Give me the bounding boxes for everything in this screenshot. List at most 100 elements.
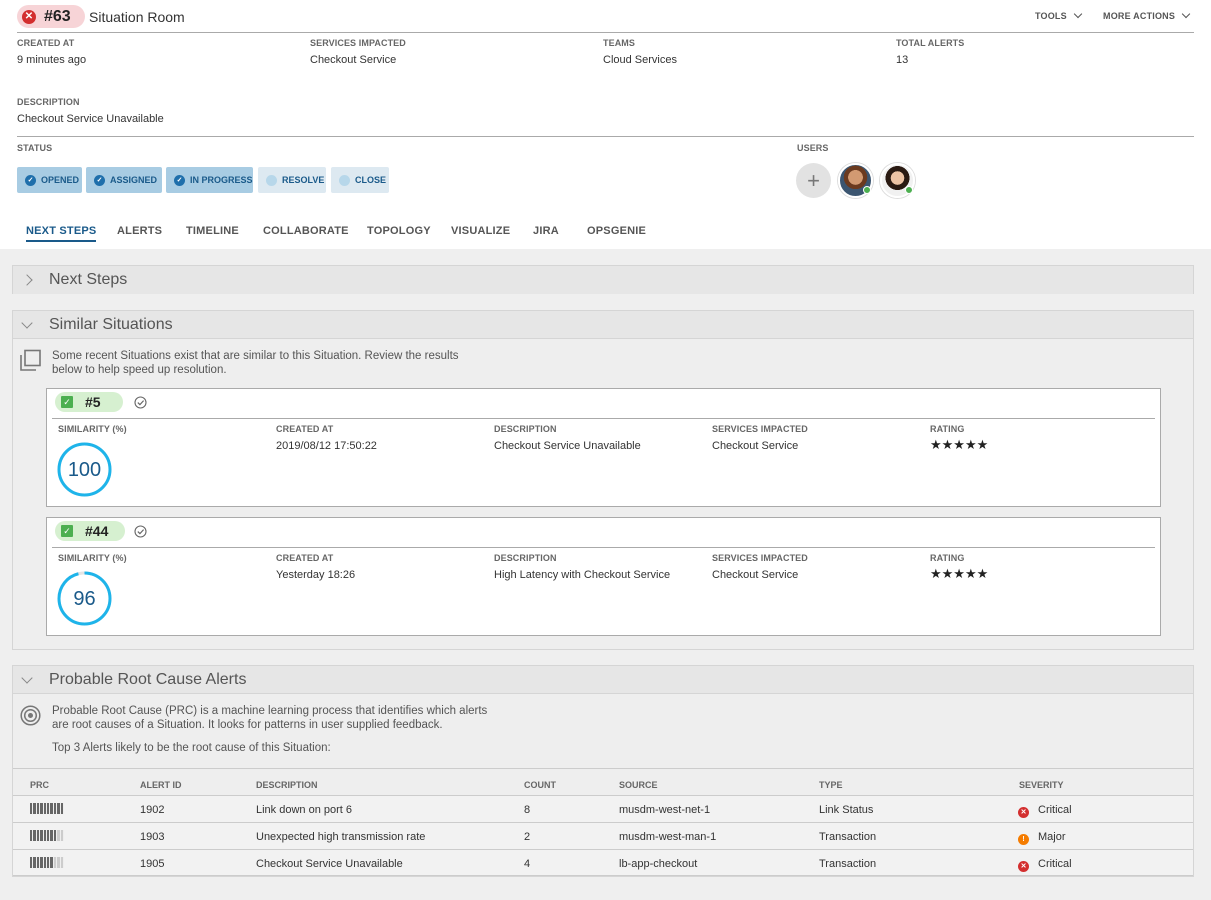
prc-intro-text: Probable Root Cause (PRC) is a machine l… <box>52 705 488 731</box>
situation-id-badge: ✓ #44 <box>55 521 125 541</box>
copy-icon <box>20 349 41 371</box>
tools-label: TOOLS <box>1035 11 1067 21</box>
rating-label: RATING <box>930 553 965 563</box>
tab-visualize[interactable]: VISUALIZE <box>451 225 510 237</box>
situation-id-badge: ✓ #5 <box>55 392 123 412</box>
severity-cell: ✕ Critical <box>1018 858 1072 872</box>
severity-label: Major <box>1038 831 1066 843</box>
chevron-down-icon <box>1181 9 1191 19</box>
similarity-ring: 100 <box>57 442 112 497</box>
alert-id-cell: 1905 <box>140 858 165 870</box>
circle-icon <box>266 174 277 186</box>
check-circle-outline-icon[interactable] <box>134 525 147 538</box>
similar-situation-card[interactable]: ✓ #44 SIMILARITY (%) 96 CREATED AT Yeste… <box>46 517 1161 636</box>
description-cell: Link down on port 6 <box>256 804 353 816</box>
similarity-value: 100 <box>68 459 101 481</box>
situation-id: #63 <box>44 7 71 25</box>
status-resolve-button[interactable]: RESOLVE <box>258 167 326 193</box>
similar-situations-header[interactable]: Similar Situations <box>13 311 1193 339</box>
check-circle-outline-icon[interactable] <box>134 396 147 409</box>
panel-title: Similar Situations <box>49 315 173 333</box>
source-cell: lb-app-checkout <box>619 858 698 870</box>
created-at-value: 9 minutes ago <box>17 54 87 66</box>
source-cell: musdm-west-man-1 <box>619 831 717 843</box>
status-in-progress-button[interactable]: ✓ IN PROGRESS <box>166 167 253 193</box>
description-cell: Checkout Service Unavailable <box>256 858 403 870</box>
table-row[interactable]: 1905 Checkout Service Unavailable 4 lb-a… <box>13 849 1193 876</box>
probable-root-cause-header[interactable]: Probable Root Cause Alerts <box>13 666 1193 694</box>
tab-alerts[interactable]: ALERTS <box>117 225 162 237</box>
column-header-source[interactable]: SOURCE <box>619 780 658 790</box>
avatar[interactable] <box>880 163 915 198</box>
status-close-button[interactable]: CLOSE <box>331 167 389 193</box>
panel-title: Next Steps <box>49 271 128 288</box>
description-label: DESCRIPTION <box>494 553 557 563</box>
situation-id: #5 <box>85 394 101 410</box>
status-opened-button[interactable]: ✓ OPENED <box>17 167 82 193</box>
total-alerts-label: TOTAL ALERTS <box>896 38 965 48</box>
chevron-down-icon <box>1073 9 1083 19</box>
similar-situation-card[interactable]: ✓ #5 SIMILARITY (%) 100 CREATED AT 2019/… <box>46 388 1161 507</box>
panel-title: Probable Root Cause Alerts <box>49 670 247 688</box>
created-at-label: CREATED AT <box>276 553 334 563</box>
table-row[interactable]: 1902 Link down on port 6 8 musdm-west-ne… <box>13 795 1193 822</box>
critical-icon: ✕ <box>22 9 36 24</box>
next-steps-panel: Next Steps <box>12 265 1194 294</box>
prc-bar-segment <box>60 857 65 868</box>
tab-timeline[interactable]: TIMELINE <box>186 225 239 237</box>
checkbox-checked-icon: ✓ <box>61 525 73 537</box>
description-value: Checkout Service Unavailable <box>17 113 164 125</box>
more-actions-menu[interactable]: MORE ACTIONS <box>1103 9 1191 21</box>
tab-next-steps[interactable]: NEXT STEPS <box>26 225 97 242</box>
column-header-prc[interactable]: PRC <box>30 780 49 790</box>
situation-id: #44 <box>85 523 109 539</box>
online-status-icon <box>863 186 871 194</box>
description-cell: Unexpected high transmission rate <box>256 831 426 843</box>
column-header-type[interactable]: TYPE <box>819 780 843 790</box>
table-row[interactable]: 1903 Unexpected high transmission rate 2… <box>13 822 1193 849</box>
next-steps-header[interactable]: Next Steps <box>13 266 1193 294</box>
description-value: High Latency with Checkout Service <box>494 569 671 581</box>
similarity-value: 96 <box>73 588 95 610</box>
tab-topology[interactable]: TOPOLOGY <box>367 225 431 237</box>
type-cell: Transaction <box>819 831 877 843</box>
more-actions-label: MORE ACTIONS <box>1103 11 1176 21</box>
status-assigned-button[interactable]: ✓ ASSIGNED <box>86 167 162 193</box>
add-user-button[interactable]: + <box>796 163 831 198</box>
description-label: DESCRIPTION <box>17 97 80 107</box>
status-button-label: ASSIGNED <box>110 175 158 185</box>
prc-score-bar <box>30 830 65 841</box>
critical-icon: ✕ <box>1018 861 1029 872</box>
target-icon <box>20 705 41 726</box>
severity-label: Critical <box>1038 804 1072 816</box>
tab-opsgenie[interactable]: OPSGENIE <box>587 225 646 237</box>
check-circle-icon: ✓ <box>174 174 185 186</box>
tools-menu[interactable]: TOOLS <box>1035 9 1083 21</box>
severity-cell: ! Major <box>1018 831 1066 845</box>
avatar[interactable] <box>838 163 873 198</box>
prc-score-bar <box>30 857 65 868</box>
type-cell: Transaction <box>819 858 877 870</box>
tab-collaborate[interactable]: COLLABORATE <box>263 225 349 237</box>
created-at-label: CREATED AT <box>276 424 334 434</box>
column-header-description[interactable]: DESCRIPTION <box>256 780 318 790</box>
status-button-label: CLOSE <box>355 175 387 185</box>
chevron-down-icon <box>21 316 33 329</box>
rating-label: RATING <box>930 424 965 434</box>
teams-label: TEAMS <box>603 38 635 48</box>
warning-icon: ! <box>1018 834 1029 845</box>
column-header-count[interactable]: COUNT <box>524 780 556 790</box>
situation-id-badge: ✕ #63 <box>17 5 85 28</box>
critical-icon: ✕ <box>1018 807 1029 818</box>
count-cell: 2 <box>524 831 531 843</box>
check-circle-icon: ✓ <box>94 174 105 186</box>
alert-id-cell: 1902 <box>140 804 165 816</box>
divider <box>52 547 1155 548</box>
chevron-right-icon <box>21 274 33 286</box>
column-header-severity[interactable]: SEVERITY <box>1019 780 1064 790</box>
checkbox-checked-icon: ✓ <box>61 396 73 408</box>
count-cell: 8 <box>524 804 531 816</box>
services-impacted-label: SERVICES IMPACTED <box>712 424 808 434</box>
tab-jira[interactable]: JIRA <box>533 225 559 237</box>
column-header-alert-id[interactable]: ALERT ID <box>140 780 182 790</box>
